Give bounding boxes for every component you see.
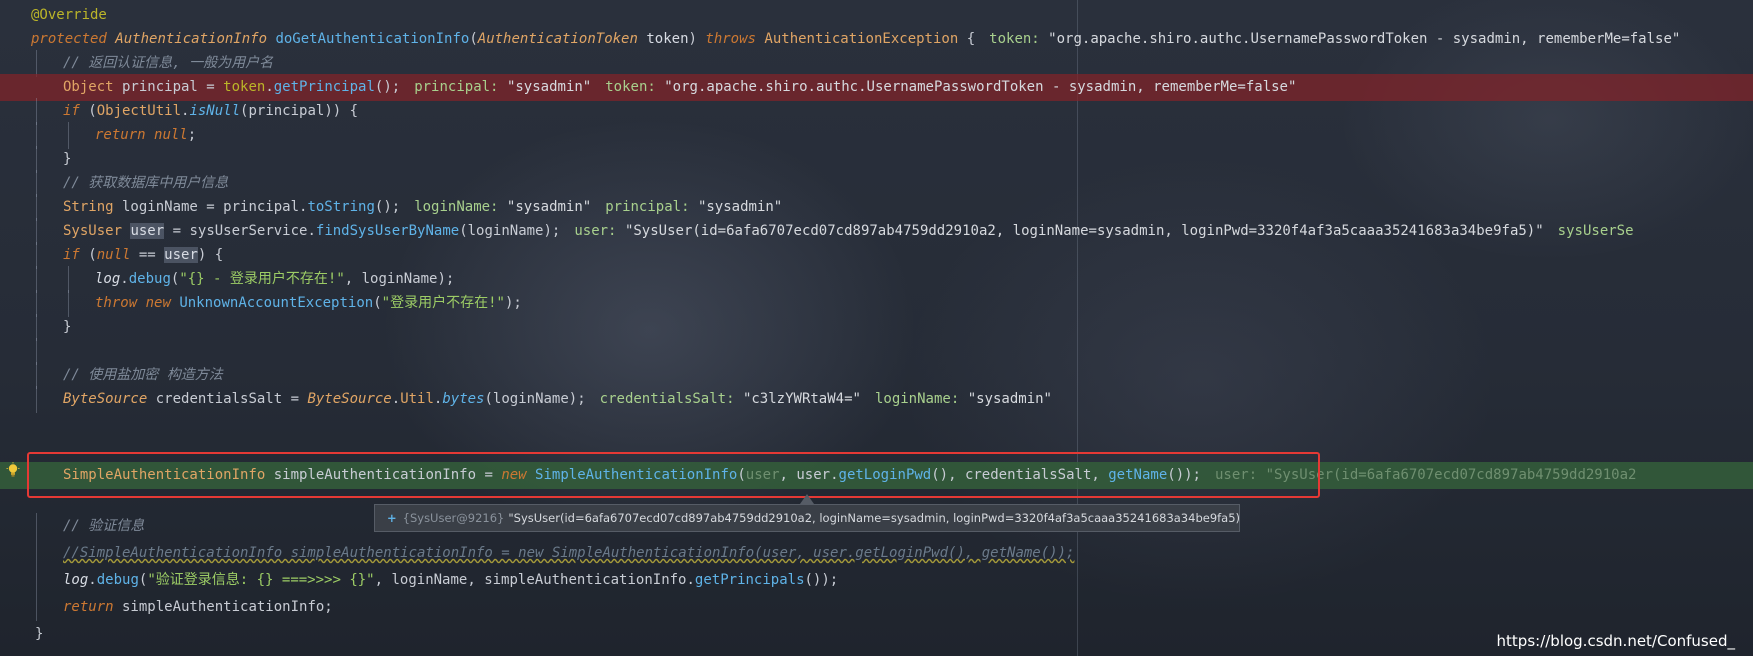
code-line[interactable]: log.debug("{} - 登录用户不存在!", loginName); xyxy=(0,266,1753,293)
code-comment: // 验证信息 xyxy=(63,518,145,534)
indent-guide xyxy=(36,266,37,293)
annotation: @Override xyxy=(31,7,107,23)
code-line[interactable]: if (null == user) { xyxy=(0,242,1753,269)
indent-guide xyxy=(68,122,69,149)
indent-guide xyxy=(36,386,37,413)
indent-guide xyxy=(36,146,37,173)
code-line[interactable]: } xyxy=(0,146,1753,173)
indent-guide xyxy=(68,266,69,293)
highlight-box xyxy=(27,452,1320,498)
if-user-null-statement: if (null == user) { xyxy=(63,247,224,263)
code-line[interactable]: // 返回认证信息, 一般为用户名 xyxy=(0,50,1753,77)
watermark: https://blog.csdn.net/Confused_ xyxy=(1496,632,1735,650)
return-statement: return simpleAuthenticationInfo; xyxy=(63,599,333,615)
indent-guide xyxy=(36,98,37,125)
indent-guide xyxy=(68,290,69,317)
log-verify-statement: log.debug("验证登录信息: {} ===>>>> {}", login… xyxy=(63,572,839,588)
code-line[interactable]: @Override xyxy=(0,2,1753,29)
return-null-statement: return null; xyxy=(95,127,197,143)
inline-debug-hint: credentialsSalt: "c3lzYWRtaW4=" xyxy=(599,391,861,407)
if-null-statement: if (ObjectUtil.isNull(principal)) { xyxy=(63,103,359,119)
login-name-statement: String loginName = principal.toString();… xyxy=(63,199,783,215)
code-line[interactable]: if (ObjectUtil.isNull(principal)) { xyxy=(0,98,1753,125)
closing-brace: } xyxy=(63,319,72,335)
code-line[interactable]: return null; xyxy=(0,122,1753,149)
tooltip-pointer xyxy=(800,494,814,504)
indent-guide xyxy=(36,594,37,621)
code-line[interactable]: return simpleAuthenticationInfo; xyxy=(0,594,1753,621)
inline-debug-hint: principal: "sysadmin" xyxy=(414,79,592,95)
object-value: "SysUser(id=6afa6707ecd07cd897ab4759dd29… xyxy=(508,511,1240,525)
code-line[interactable]: SysUser user = sysUserService.findSysUse… xyxy=(0,218,1753,245)
code-line[interactable]: log.debug("验证登录信息: {} ===>>>> {}", login… xyxy=(0,567,1753,594)
closing-brace: } xyxy=(63,151,72,167)
expand-icon[interactable]: + xyxy=(375,511,403,525)
throw-statement: throw new UnknownAccountException("登录用户不… xyxy=(95,295,522,311)
inline-debug-hint: sysUserSe xyxy=(1557,223,1634,239)
inline-debug-hint: loginName: "sysadmin" xyxy=(414,199,592,215)
object-reference: {SysUser@9216} xyxy=(402,511,505,525)
lightbulb-icon[interactable] xyxy=(5,462,21,478)
inline-debug-hint: token: "org.apache.shiro.authc.UsernameP… xyxy=(605,79,1297,95)
commented-out-code: //SimpleAuthenticationInfo simpleAuthent… xyxy=(63,545,1075,561)
indent-guide xyxy=(36,170,37,197)
code-line[interactable] xyxy=(0,338,1753,365)
code-line[interactable]: throw new UnknownAccountException("登录用户不… xyxy=(0,290,1753,317)
indent-guide xyxy=(36,567,37,594)
indent-guide xyxy=(36,194,37,221)
indent-guide xyxy=(36,513,37,540)
sys-user-statement: SysUser user = sysUserService.findSysUse… xyxy=(63,223,1634,239)
code-line[interactable]: } xyxy=(0,621,1753,648)
indent-guide xyxy=(36,290,37,317)
inline-debug-hint: user: "SysUser(id=6afa6707ecd07cd897ab47… xyxy=(574,223,1544,239)
indent-guide xyxy=(36,122,37,149)
breakpoint-line[interactable]: Object principal = token.getPrincipal();… xyxy=(0,74,1753,101)
code-line[interactable]: protected AuthenticationInfo doGetAuthen… xyxy=(0,26,1753,53)
code-comment: // 使用盐加密 构造方法 xyxy=(63,367,223,383)
indent-guide xyxy=(36,50,37,77)
code-line[interactable]: //SimpleAuthenticationInfo simpleAuthent… xyxy=(0,540,1753,567)
indent-guide xyxy=(36,242,37,269)
indent-guide xyxy=(36,314,37,341)
indent-guide xyxy=(36,218,37,245)
code-line[interactable]: } xyxy=(0,314,1753,341)
inline-debug-hint: token: "org.apache.shiro.authc.UsernameP… xyxy=(989,31,1681,47)
code-line[interactable]: // 获取数据库中用户信息 xyxy=(0,170,1753,197)
indent-guide xyxy=(36,362,37,389)
inline-debug-hint: loginName: "sysadmin" xyxy=(874,391,1052,407)
inline-debug-hint: principal: "sysadmin" xyxy=(605,199,783,215)
closing-brace: } xyxy=(35,626,44,642)
code-line[interactable]: ByteSource credentialsSalt = ByteSource.… xyxy=(0,386,1753,413)
indent-guide xyxy=(36,540,37,567)
code-line[interactable]: String loginName = principal.toString();… xyxy=(0,194,1753,221)
method-signature: protected AuthenticationInfo doGetAuthen… xyxy=(31,31,1681,47)
log-debug-statement: log.debug("{} - 登录用户不存在!", loginName); xyxy=(95,271,455,287)
debug-value-tooltip[interactable]: + {SysUser@9216} "SysUser(id=6afa6707ecd07… xyxy=(374,504,1240,532)
code-line[interactable]: // 使用盐加密 构造方法 xyxy=(0,362,1753,389)
salt-statement: ByteSource credentialsSalt = ByteSource.… xyxy=(63,391,1052,407)
indent-guide xyxy=(36,338,37,365)
code-comment: // 获取数据库中用户信息 xyxy=(63,175,229,191)
code-comment: // 返回认证信息, 一般为用户名 xyxy=(63,55,274,71)
principal-statement: Object principal = token.getPrincipal();… xyxy=(63,79,1297,95)
